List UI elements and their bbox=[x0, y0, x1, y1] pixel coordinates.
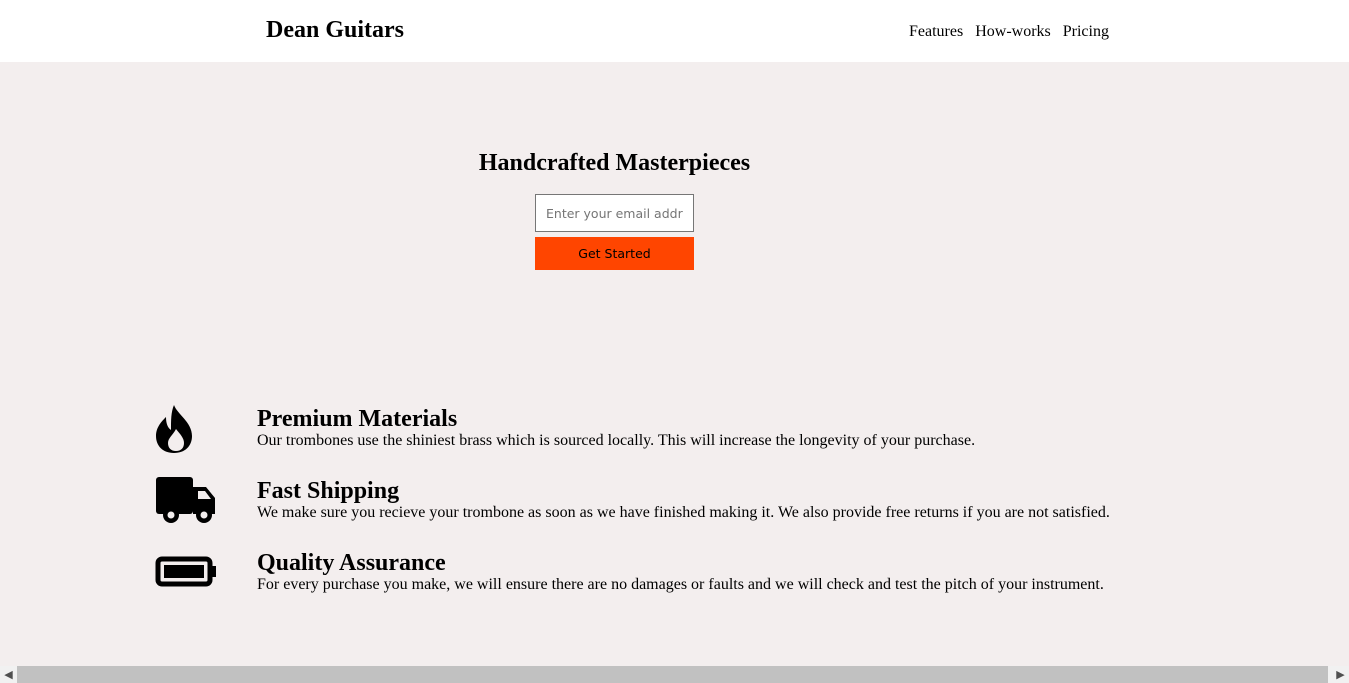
nav-link-how-works[interactable]: How-works bbox=[969, 21, 1057, 43]
get-started-button[interactable]: Get Started bbox=[535, 237, 694, 270]
hero-title: Handcrafted Masterpieces bbox=[478, 150, 751, 176]
horizontal-scrollbar[interactable]: ◀ ▶ bbox=[0, 666, 1349, 683]
feature-premium-materials: Premium Materials Our trombones use the … bbox=[0, 405, 1349, 475]
feature-description: For every purchase you make, we will ens… bbox=[257, 576, 1104, 593]
scroll-right-icon[interactable]: ▶ bbox=[1332, 666, 1349, 683]
feature-description: We make sure you recieve your trombone a… bbox=[257, 504, 1110, 521]
scrollbar-thumb[interactable] bbox=[17, 666, 1328, 683]
site-header: Dean Guitars Features How-works Pricing bbox=[0, 0, 1349, 62]
feature-fast-shipping: Fast Shipping We make sure you recieve y… bbox=[0, 477, 1349, 547]
site-logo: Dean Guitars bbox=[266, 17, 404, 43]
battery-full-icon bbox=[155, 549, 219, 603]
email-input[interactable] bbox=[535, 194, 694, 232]
scroll-left-icon[interactable]: ◀ bbox=[0, 666, 17, 683]
feature-description: Our trombones use the shiniest brass whi… bbox=[257, 432, 976, 449]
feature-title: Premium Materials bbox=[257, 406, 458, 432]
nav-link-features[interactable]: Features bbox=[903, 21, 969, 43]
fire-icon bbox=[155, 405, 219, 459]
main-nav: Features How-works Pricing bbox=[903, 21, 1115, 43]
nav-link-pricing[interactable]: Pricing bbox=[1057, 21, 1115, 43]
feature-quality-assurance: Quality Assurance For every purchase you… bbox=[0, 549, 1349, 619]
feature-title: Fast Shipping bbox=[257, 478, 400, 504]
truck-icon bbox=[155, 477, 219, 531]
feature-title: Quality Assurance bbox=[257, 550, 446, 576]
